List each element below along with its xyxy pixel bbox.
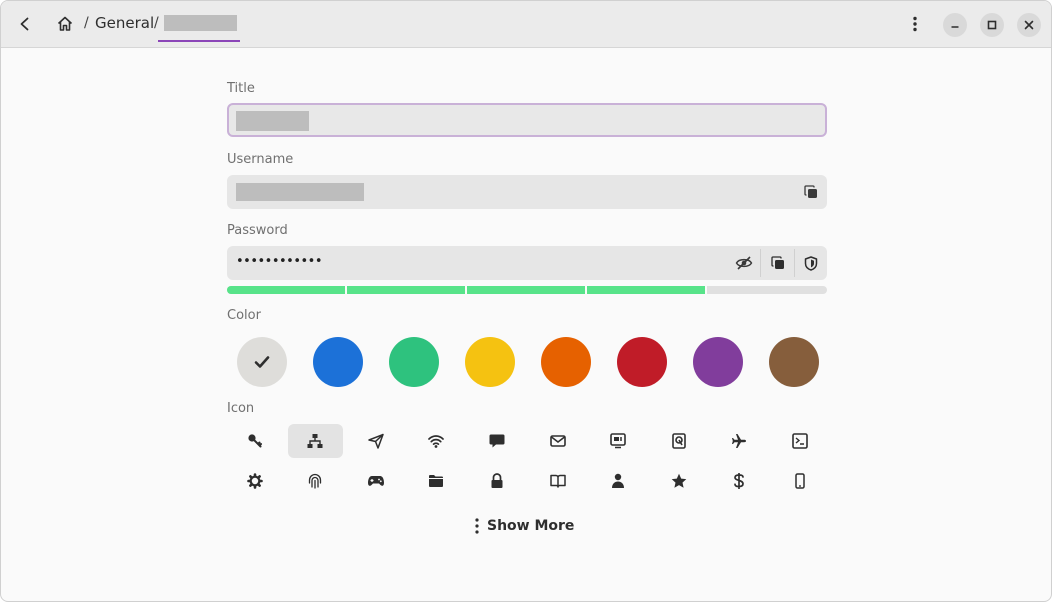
chat-icon (489, 434, 505, 448)
strength-tick (465, 286, 467, 294)
password-field[interactable]: •••••••••••• (227, 246, 827, 280)
airplane-icon (732, 434, 747, 448)
minimize-button[interactable] (943, 13, 967, 37)
color-swatch-blue[interactable] (313, 337, 363, 387)
main-menu-button[interactable] (903, 12, 927, 36)
disk-icon (671, 433, 686, 449)
vertical-dots-icon (475, 518, 479, 534)
title-field[interactable] (227, 103, 827, 137)
color-label: Color (227, 308, 261, 323)
reveal-password-button[interactable] (727, 246, 760, 280)
color-swatch-yellow[interactable] (465, 337, 515, 387)
password-masked-value: •••••••••••• (236, 254, 323, 269)
icon-option-fingerprint[interactable] (288, 464, 343, 498)
icon-option-wifi[interactable] (409, 424, 464, 458)
dollar-icon (734, 473, 745, 489)
strength-tick (705, 286, 707, 294)
icon-option-lock[interactable] (469, 464, 524, 498)
key-icon (247, 434, 262, 448)
shield-icon (804, 255, 817, 271)
send-icon (367, 433, 384, 449)
person-icon (612, 473, 625, 488)
icon-option-phone[interactable] (772, 464, 827, 498)
icon-option-folder[interactable] (409, 464, 464, 498)
icon-option-key[interactable] (227, 424, 282, 458)
show-more-button[interactable]: Show More (475, 512, 585, 540)
redacted-username-value (236, 183, 364, 201)
icon-option-gamepad[interactable] (348, 464, 403, 498)
color-swatch-red[interactable] (617, 337, 667, 387)
copy-password-button[interactable] (761, 246, 794, 280)
username-label: Username (227, 152, 294, 167)
show-more-label: Show More (487, 518, 575, 534)
maximize-icon (987, 20, 997, 30)
eye-hidden-icon (735, 256, 752, 270)
redacted-title-value (236, 111, 309, 131)
checkmark-icon (254, 356, 270, 368)
icon-label: Icon (227, 401, 255, 416)
gamepad-icon (367, 476, 384, 486)
network-icon (307, 434, 323, 448)
icon-option-terminal[interactable] (772, 424, 827, 458)
generate-password-button[interactable] (794, 246, 827, 280)
breadcrumb-general[interactable]: General (95, 14, 154, 32)
icon-option-dollar[interactable] (712, 464, 767, 498)
icon-option-star[interactable] (651, 464, 706, 498)
color-swatch-orange[interactable] (541, 337, 591, 387)
strength-tick (345, 286, 347, 294)
title-label: Title (227, 81, 255, 96)
icon-option-chat[interactable] (469, 424, 524, 458)
password-label: Password (227, 223, 288, 238)
home-button[interactable] (53, 12, 77, 36)
breadcrumb-separator: / (84, 15, 89, 31)
username-field[interactable] (227, 175, 827, 209)
strength-tick (585, 286, 587, 294)
icon-option-book[interactable] (530, 464, 585, 498)
icon-option-send[interactable] (348, 424, 403, 458)
icon-option-monitor[interactable] (591, 424, 646, 458)
minimize-icon (951, 26, 959, 28)
close-icon (1024, 20, 1034, 30)
color-swatch-green[interactable] (389, 337, 439, 387)
redacted-entry-name (164, 15, 237, 31)
vertical-dots-icon (913, 16, 917, 32)
password-strength-fill (227, 286, 707, 294)
close-button[interactable] (1017, 13, 1041, 37)
app-window: / General / Title Username Password ••••… (0, 0, 1052, 602)
header-bar: / General / (1, 1, 1051, 48)
color-swatch-neutral[interactable] (237, 337, 287, 387)
monitor-icon (610, 433, 626, 449)
copy-icon (803, 185, 817, 198)
icon-option-airplane[interactable] (712, 424, 767, 458)
folder-icon (429, 475, 444, 487)
copy-username-button[interactable] (794, 175, 827, 209)
breadcrumb-current-entry[interactable] (158, 9, 240, 42)
gear-icon (246, 473, 263, 489)
wifi-icon (428, 435, 445, 448)
lock-icon (491, 473, 503, 488)
back-button[interactable] (13, 12, 37, 36)
icon-option-person[interactable] (591, 464, 646, 498)
icon-option-gear[interactable] (227, 464, 282, 498)
copy-icon (770, 256, 784, 269)
star-icon (671, 473, 686, 488)
icon-option-mail[interactable] (530, 424, 585, 458)
password-strength-bar (227, 286, 827, 294)
color-swatch-brown[interactable] (769, 337, 819, 387)
color-swatch-purple[interactable] (693, 337, 743, 387)
book-icon (549, 474, 566, 488)
mail-icon (549, 435, 566, 447)
phone-icon (795, 473, 805, 489)
icon-option-network[interactable] (287, 424, 343, 458)
fingerprint-icon (308, 473, 322, 489)
icon-option-disk[interactable] (651, 424, 706, 458)
home-icon (57, 16, 73, 31)
maximize-button[interactable] (980, 13, 1004, 37)
chevron-left-icon (20, 17, 29, 31)
terminal-icon (792, 433, 808, 449)
